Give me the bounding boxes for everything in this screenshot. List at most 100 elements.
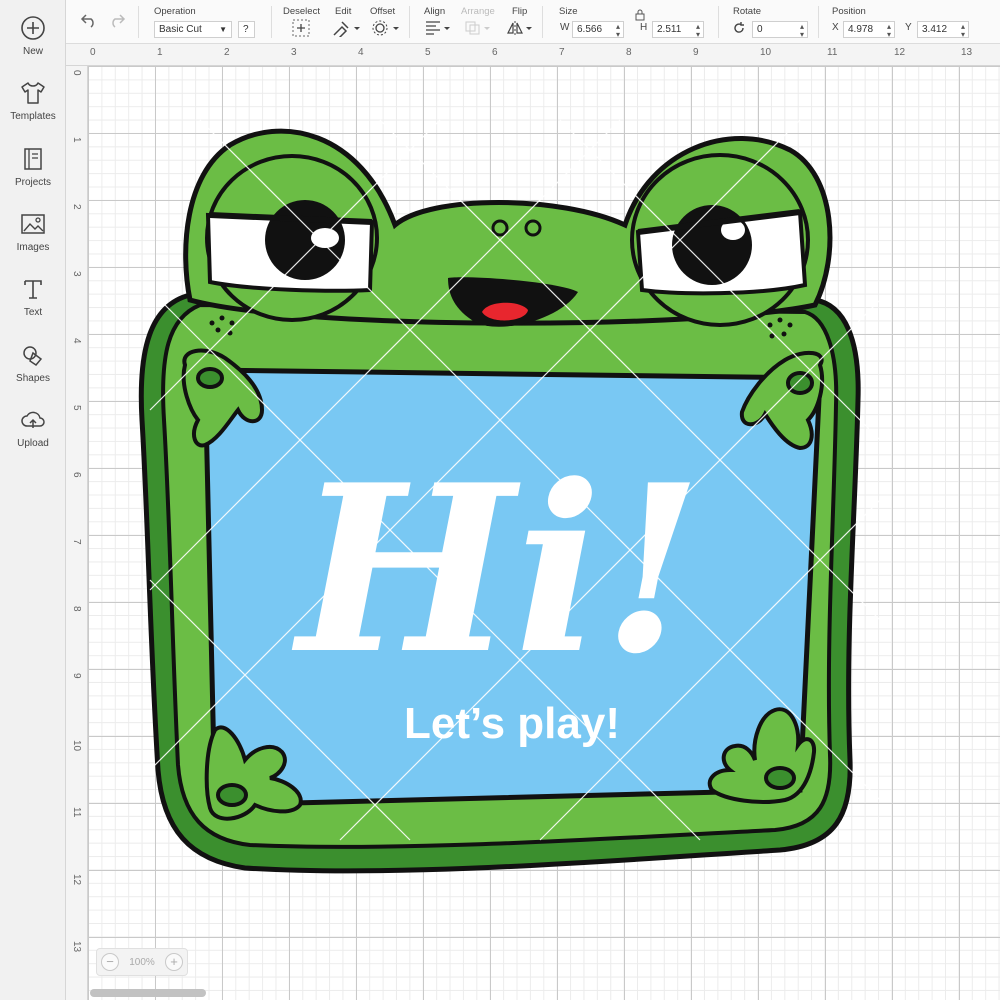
ruler-tick-label: 12 xyxy=(71,874,82,886)
offset-label: Offset xyxy=(370,6,396,17)
toolbar-divider xyxy=(138,6,139,38)
position-x-input[interactable]: 4.978 ▴ ▾ xyxy=(843,21,895,39)
left-sidebar: New Templates Projects Images Text Shape… xyxy=(0,0,66,1000)
ruler-tick-label: 7 xyxy=(71,539,82,545)
stepper-icon[interactable]: ▴ ▾ xyxy=(887,23,891,39)
position-y-value: 3.412 xyxy=(922,24,948,35)
ruler-tick-label: 0 xyxy=(90,47,96,58)
sidebar-item-templates[interactable]: Templates xyxy=(0,79,66,139)
ruler-tick-label: 10 xyxy=(71,740,82,752)
sign-subline: Let’s play! xyxy=(404,699,620,748)
ruler-tick-label: 1 xyxy=(71,137,82,143)
width-input[interactable]: 6.566 ▴ ▾ xyxy=(572,21,624,39)
vertical-ruler: 0 1 2 3 4 5 6 7 8 9 10 11 12 13 xyxy=(66,66,88,1000)
sidebar-item-label: New xyxy=(22,46,43,57)
zoom-in-button[interactable]: + xyxy=(164,953,183,971)
tshirt-icon xyxy=(21,82,45,104)
ruler-tick-label: 2 xyxy=(224,47,230,58)
toolbar-divider xyxy=(271,6,272,38)
rotate-input[interactable]: 0 ▴ ▾ xyxy=(752,21,808,39)
chevron-down-icon: ▼ xyxy=(219,25,227,34)
horizontal-scrollbar[interactable] xyxy=(90,989,206,997)
ruler-tick-label: 7 xyxy=(559,47,565,58)
sidebar-item-text[interactable]: Text xyxy=(0,275,66,335)
zoom-out-button[interactable]: − xyxy=(101,953,119,971)
deselect-icon[interactable] xyxy=(292,19,310,37)
frog-right-eye xyxy=(630,153,810,327)
sidebar-item-label: Shapes xyxy=(16,373,50,384)
sidebar-item-shapes[interactable]: Shapes xyxy=(0,341,66,401)
toolbar-divider xyxy=(409,6,410,38)
rotate-value: 0 xyxy=(757,24,763,35)
size-label: Size xyxy=(559,6,578,17)
height-input[interactable]: 2.511 ▴ ▾ xyxy=(652,21,704,39)
toolbar-divider xyxy=(818,6,819,38)
align-label: Align xyxy=(424,6,446,17)
position-x-value: 4.978 xyxy=(848,24,874,35)
ruler-tick-label: 0 xyxy=(71,70,82,76)
zoom-control: − 100% + xyxy=(96,948,188,976)
ruler-tick-label: 13 xyxy=(71,941,82,953)
lock-icon[interactable] xyxy=(635,9,645,21)
position-y-input[interactable]: 3.412 ▴ ▾ xyxy=(917,21,969,39)
text-icon xyxy=(24,280,42,299)
design-canvas[interactable]: Hi! Let’s play! xyxy=(88,66,1000,1000)
ruler-tick-label: 3 xyxy=(71,271,82,277)
ruler-tick-label: 11 xyxy=(827,47,838,58)
sidebar-item-new[interactable]: New xyxy=(0,14,66,74)
sign-headline: Hi! xyxy=(291,435,703,705)
top-toolbar: Operation Basic Cut ▼ ? Deselect Edit Of… xyxy=(66,0,1000,44)
edit-label: Edit xyxy=(335,6,352,17)
ruler-tick-label: 1 xyxy=(157,47,163,58)
frog-nostril-right xyxy=(524,219,542,237)
flip-icon[interactable] xyxy=(506,20,534,36)
zoom-level: 100% xyxy=(129,956,155,968)
frog-nostril-left xyxy=(491,219,509,237)
cloud-upload-icon xyxy=(21,411,45,428)
ruler-tick-label: 12 xyxy=(894,47,906,58)
rotate-label: Rotate xyxy=(733,6,761,17)
notebook-icon xyxy=(24,148,42,170)
frog-sign-artwork[interactable]: Hi! Let’s play! xyxy=(88,66,1000,1000)
stepper-icon[interactable]: ▴ ▾ xyxy=(800,23,804,39)
flip-label: Flip xyxy=(512,6,528,17)
arrange-label: Arrange xyxy=(461,6,495,17)
deselect-label: Deselect xyxy=(283,6,320,17)
position-x-label: X xyxy=(832,22,839,33)
position-y-label: Y xyxy=(905,22,912,33)
stepper-icon[interactable]: ▴ ▾ xyxy=(696,23,700,39)
ruler-tick-label: 8 xyxy=(626,47,632,58)
horizontal-ruler: 0 1 2 3 4 5 6 7 8 9 10 11 12 13 xyxy=(66,44,1000,66)
ruler-tick-label: 6 xyxy=(492,47,498,58)
shapes-icon xyxy=(23,346,43,366)
sidebar-item-upload[interactable]: Upload xyxy=(0,406,66,466)
arrange-icon[interactable] xyxy=(464,20,492,36)
sidebar-item-label: Projects xyxy=(14,177,52,188)
sidebar-item-images[interactable]: Images xyxy=(0,210,66,270)
rotate-icon xyxy=(734,22,744,33)
sidebar-item-projects[interactable]: Projects xyxy=(0,145,66,205)
operation-help-button[interactable]: ? xyxy=(238,21,255,38)
stepper-icon[interactable]: ▴ ▾ xyxy=(616,23,620,39)
stepper-icon[interactable]: ▴ ▾ xyxy=(961,23,965,39)
ruler-tick-label: 4 xyxy=(71,338,82,344)
ruler-tick-label: 2 xyxy=(71,204,82,210)
toolbar-divider xyxy=(718,6,719,38)
image-icon xyxy=(21,214,45,234)
undo-icon[interactable] xyxy=(80,12,98,28)
ruler-tick-label: 11 xyxy=(71,807,82,818)
offset-icon[interactable] xyxy=(371,19,401,37)
redo-icon[interactable] xyxy=(108,12,126,28)
ruler-tick-label: 4 xyxy=(358,47,364,58)
width-value: 6.566 xyxy=(577,24,603,35)
align-icon[interactable] xyxy=(424,20,452,36)
ruler-tick-label: 3 xyxy=(291,47,297,58)
edit-tools-icon[interactable] xyxy=(332,19,362,37)
sidebar-item-label: Images xyxy=(16,242,50,253)
operation-select[interactable]: Basic Cut ▼ xyxy=(154,21,232,38)
help-icon: ? xyxy=(243,24,249,35)
height-label: H xyxy=(640,22,648,33)
position-label: Position xyxy=(832,6,866,17)
ruler-tick-label: 6 xyxy=(71,472,82,478)
sidebar-item-label: Text xyxy=(23,307,43,318)
